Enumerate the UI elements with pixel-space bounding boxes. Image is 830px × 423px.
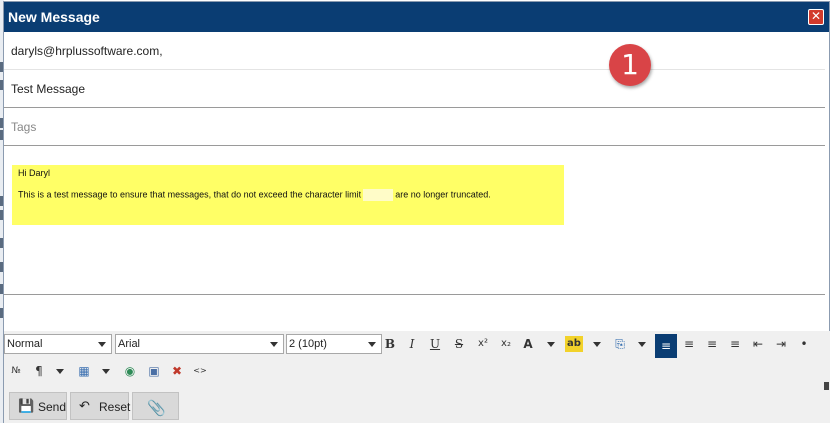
save-icon: 💾 <box>18 399 35 414</box>
hyperlink-icon[interactable]: ◉ <box>120 361 140 381</box>
tags-field[interactable]: Tags <box>4 108 825 146</box>
format-select[interactable]: Normal <box>4 334 112 354</box>
attach-button[interactable]: 📎 <box>132 392 179 420</box>
font-size-select[interactable]: 2 (10pt) <box>286 334 382 354</box>
close-icon[interactable]: ✕ <box>808 9 824 25</box>
font-color-icon[interactable]: A <box>518 334 538 354</box>
editor-spacer <box>4 296 825 331</box>
new-message-dialog: New Message ✕ daryls@hrplussoftware.com,… <box>3 1 830 423</box>
image-icon[interactable]: ▣ <box>144 361 164 381</box>
attachment-icon: 📎 <box>147 399 166 417</box>
message-line-body-end: are no longer truncated. <box>395 189 491 200</box>
chevron-down-icon <box>98 342 106 347</box>
chevron-down-icon <box>368 342 376 347</box>
message-gap <box>363 189 394 201</box>
annotation-badge: 1 <box>609 44 651 86</box>
subscript-button[interactable]: x₂ <box>496 334 516 354</box>
italic-button[interactable]: I <box>402 334 422 354</box>
bulleted-list-icon[interactable]: • <box>794 334 814 354</box>
message-line-greeting: Hi Daryl <box>18 168 51 178</box>
source-code-icon[interactable]: <> <box>190 361 210 381</box>
numbered-list-icon[interactable]: № <box>6 361 26 381</box>
reset-button[interactable]: ↶ Reset <box>70 392 131 420</box>
align-center-icon[interactable]: ≡ <box>679 334 699 354</box>
font-value: Arial <box>118 338 141 350</box>
align-left-icon[interactable]: ≡ <box>655 334 677 358</box>
message-line-body-start: This is a test message to ensure that me… <box>18 189 362 200</box>
dialog-title: New Message <box>8 9 100 25</box>
outdent-icon[interactable]: ⇤ <box>748 334 768 354</box>
to-value: daryls@hrplussoftware.com, <box>11 44 163 58</box>
table-icon[interactable]: ▦ <box>74 361 94 381</box>
reset-label: Reset <box>99 400 131 414</box>
undo-icon: ↶ <box>79 399 90 414</box>
delete-icon[interactable]: ✖ <box>167 361 187 381</box>
paste-dropdown[interactable] <box>637 334 647 354</box>
dialog-titlebar: New Message ✕ <box>4 2 829 32</box>
subject-value: Test Message <box>11 82 86 96</box>
justify-icon[interactable]: ≡ <box>725 334 745 354</box>
paragraph-icon[interactable]: ¶ <box>29 361 49 381</box>
resize-handle[interactable] <box>824 382 829 390</box>
indent-icon[interactable]: ⇥ <box>771 334 791 354</box>
send-button[interactable]: 💾 Send <box>9 392 67 420</box>
font-select[interactable]: Arial <box>115 334 284 354</box>
subject-field[interactable]: Test Message <box>4 70 825 108</box>
message-body-editor[interactable]: Hi Daryl This is a test message to ensur… <box>4 148 825 295</box>
send-label: Send <box>38 400 67 414</box>
table-dropdown[interactable] <box>101 361 111 381</box>
align-right-icon[interactable]: ≡ <box>702 334 722 354</box>
to-field[interactable]: daryls@hrplussoftware.com, <box>4 32 825 70</box>
highlighted-message-text: Hi Daryl This is a test message to ensur… <box>12 165 564 225</box>
font-color-dropdown[interactable] <box>546 334 556 354</box>
paragraph-dropdown[interactable] <box>55 361 65 381</box>
strikethrough-button[interactable]: S <box>449 334 469 354</box>
underline-button[interactable]: U <box>425 334 445 354</box>
bold-button[interactable]: B <box>380 334 400 354</box>
highlight-dropdown[interactable] <box>592 334 602 354</box>
chevron-down-icon <box>270 342 278 347</box>
paste-icon[interactable]: ⎘ <box>610 334 630 354</box>
font-size-value: 2 (10pt) <box>289 338 327 350</box>
highlight-icon[interactable]: ab <box>565 336 583 352</box>
tags-placeholder: Tags <box>11 120 37 134</box>
message-line-body: This is a test message to ensure that me… <box>18 189 491 201</box>
superscript-button[interactable]: x² <box>473 334 493 354</box>
format-value: Normal <box>7 338 43 350</box>
